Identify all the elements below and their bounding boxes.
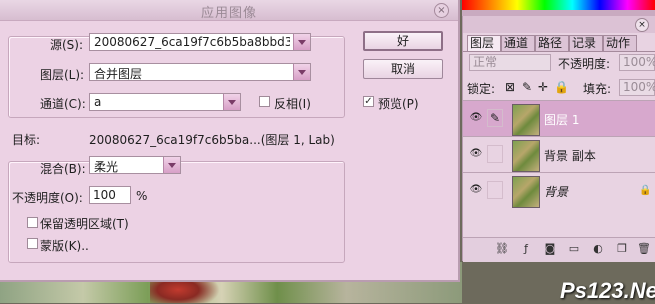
layer-row[interactable]: 👁 背景 🔒 bbox=[463, 172, 655, 209]
mask-checkbox[interactable] bbox=[27, 238, 38, 249]
watermark-text: Ps123.Net bbox=[560, 278, 655, 303]
chevron-down-icon bbox=[293, 34, 310, 50]
blend-label: 混合(B): bbox=[40, 162, 86, 176]
chevron-down-icon bbox=[293, 64, 310, 80]
color-ramp[interactable] bbox=[462, 0, 655, 10]
link-box[interactable] bbox=[487, 145, 503, 163]
lock-transparent-icon[interactable]: ⊠ bbox=[505, 80, 515, 94]
preserve-transparency-checkbox[interactable] bbox=[27, 217, 38, 228]
channel-dropdown[interactable]: a bbox=[89, 93, 241, 111]
tab-channels[interactable]: 通道 bbox=[501, 35, 535, 51]
visibility-eye-icon[interactable]: 👁 bbox=[469, 149, 483, 159]
source-value: 20080627_6ca19f7c6b5ba8bbd3... bbox=[94, 35, 290, 49]
layer-row[interactable]: 👁 ✎ 图层 1 bbox=[463, 100, 655, 137]
dialog-titlebar[interactable]: 应用图像 × bbox=[0, 0, 458, 21]
layer-opacity-input[interactable]: 100% bbox=[619, 54, 655, 71]
layers-toolbar: ⛓ ƒ ◙ ▭ ◐ ❐ 🗑 bbox=[463, 237, 655, 262]
new-group-icon[interactable]: ▭ bbox=[567, 242, 581, 256]
layers-panel: × 图层 通道 路径 记录 动作 正常 不透明度: 100% 锁定: ⊠ ✎ ✛… bbox=[462, 16, 655, 262]
preview-checkbox[interactable]: ✓ bbox=[363, 96, 374, 107]
layer-row[interactable]: 👁 背景 副本 bbox=[463, 136, 655, 173]
dialog-title: 应用图像 bbox=[200, 6, 257, 21]
cancel-button[interactable]: 取消 bbox=[363, 59, 443, 79]
visibility-eye-icon[interactable]: 👁 bbox=[469, 185, 483, 195]
apply-image-dialog: 应用图像 × 源(S): 20080627_6ca19f7c6b5ba8bbd3… bbox=[0, 0, 460, 282]
lock-move-icon[interactable]: ✛ bbox=[538, 80, 548, 94]
lock-label: 锁定: bbox=[467, 82, 496, 96]
preview-label: 预览(P) bbox=[378, 97, 419, 111]
link-layers-icon[interactable]: ⛓ bbox=[495, 242, 509, 256]
layer-thumbnail bbox=[512, 140, 540, 172]
ok-button[interactable]: 好 bbox=[363, 31, 443, 51]
opacity-label: 不透明度(O): bbox=[12, 191, 83, 205]
layer-name: 背景 副本 bbox=[544, 149, 596, 163]
opacity-unit: % bbox=[136, 189, 148, 203]
invert-label: 反相(I) bbox=[274, 97, 311, 111]
layer-label: 图层(L): bbox=[40, 68, 85, 82]
layer-thumbnail bbox=[512, 176, 540, 208]
invert-checkbox[interactable] bbox=[259, 96, 270, 107]
fill-input[interactable]: 100% bbox=[619, 79, 655, 96]
layer-thumbnail bbox=[512, 104, 540, 136]
panel-header[interactable]: × bbox=[463, 16, 655, 33]
tab-history[interactable]: 记录 bbox=[569, 35, 603, 51]
target-label: 目标: bbox=[12, 133, 41, 147]
layer-opacity-label: 不透明度: bbox=[558, 57, 611, 71]
target-value: 20080627_6ca19f7c6b5ba...(图层 1, Lab) bbox=[89, 133, 335, 147]
chevron-down-icon bbox=[163, 157, 180, 173]
lock-paint-icon[interactable]: ✎ bbox=[522, 80, 532, 94]
tab-paths[interactable]: 路径 bbox=[535, 35, 569, 51]
tab-divider bbox=[463, 51, 655, 52]
lock-all-icon[interactable]: 🔒 bbox=[554, 80, 569, 94]
adjustment-layer-icon[interactable]: ◐ bbox=[591, 242, 605, 256]
layer-dropdown[interactable]: 合并图层 bbox=[89, 63, 311, 81]
source-dropdown[interactable]: 20080627_6ca19f7c6b5ba8bbd3... bbox=[89, 33, 311, 51]
chevron-down-icon bbox=[223, 94, 240, 110]
tab-actions[interactable]: 动作 bbox=[603, 35, 637, 51]
blend-mode-dropdown[interactable]: 正常 bbox=[469, 54, 551, 71]
layer-style-icon[interactable]: ƒ bbox=[519, 242, 533, 256]
new-layer-icon[interactable]: ❐ bbox=[615, 242, 629, 256]
blend-dropdown[interactable]: 柔光 bbox=[89, 156, 181, 174]
channel-value: a bbox=[94, 95, 102, 109]
panel-menu-icon[interactable]: × bbox=[635, 18, 649, 32]
layer-name: 图层 1 bbox=[544, 113, 580, 127]
blend-value: 柔光 bbox=[94, 160, 119, 174]
layer-value: 合并图层 bbox=[94, 67, 143, 81]
layer-name: 背景 bbox=[544, 185, 569, 199]
tab-layers[interactable]: 图层 bbox=[467, 35, 501, 51]
link-box[interactable] bbox=[487, 181, 503, 199]
channel-label: 通道(C): bbox=[40, 97, 86, 111]
mask-label: 蒙版(K).. bbox=[40, 239, 89, 253]
brush-icon[interactable]: ✎ bbox=[487, 109, 503, 127]
lock-icon: 🔒 bbox=[639, 185, 652, 196]
visibility-eye-icon[interactable]: 👁 bbox=[469, 113, 483, 123]
close-icon[interactable]: × bbox=[434, 3, 449, 18]
add-mask-icon[interactable]: ◙ bbox=[543, 242, 557, 256]
fill-label: 填充: bbox=[583, 82, 612, 96]
source-label: 源(S): bbox=[50, 38, 84, 52]
delete-layer-icon[interactable]: 🗑 bbox=[637, 242, 651, 256]
opacity-input[interactable]: 100 bbox=[89, 186, 131, 204]
preserve-transparency-label: 保留透明区域(T) bbox=[40, 217, 129, 231]
